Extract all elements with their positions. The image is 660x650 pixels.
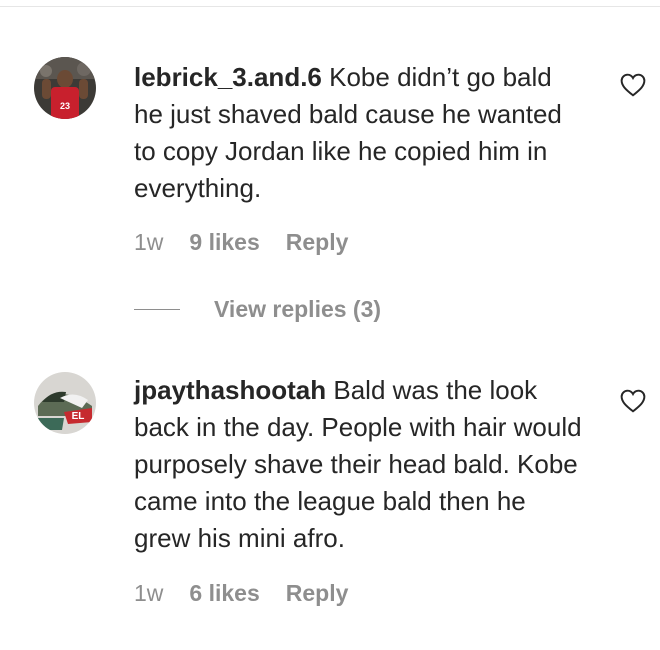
comments-panel: 23 lebrick_3.and.6 Kobe didn’t go bald h… <box>0 0 660 650</box>
like-heart-icon[interactable] <box>620 73 646 97</box>
replies-divider-line <box>134 309 180 310</box>
comment-body: lebrick_3.and.6 Kobe didn’t go bald he j… <box>134 59 584 207</box>
svg-text:23: 23 <box>60 101 70 111</box>
avatar[interactable]: 23 <box>34 57 96 119</box>
avatar-basketball-player-icon: 23 <box>34 57 96 119</box>
comment-username[interactable]: lebrick_3.and.6 <box>134 62 322 92</box>
comment-meta: 1w 6 likes Reply <box>134 580 348 607</box>
avatar-sneakers-icon: EL <box>34 372 96 434</box>
avatar[interactable]: EL <box>34 372 96 434</box>
like-heart-icon[interactable] <box>620 389 646 413</box>
comment-body: jpaythashootah Bald was the look back in… <box>134 372 584 557</box>
view-replies-button[interactable]: View replies (3) <box>134 296 381 323</box>
comment-likes[interactable]: 9 likes <box>189 229 259 256</box>
view-replies-label: View replies (3) <box>214 296 382 322</box>
comment-username[interactable]: jpaythashootah <box>134 375 326 405</box>
comment-meta: 1w 9 likes Reply <box>134 229 348 256</box>
comment-likes[interactable]: 6 likes <box>189 580 259 607</box>
comment-time[interactable]: 1w <box>134 229 163 256</box>
svg-text:EL: EL <box>72 411 85 422</box>
comment-time[interactable]: 1w <box>134 580 163 607</box>
top-divider <box>0 6 660 7</box>
reply-button[interactable]: Reply <box>286 580 349 607</box>
reply-button[interactable]: Reply <box>286 229 349 256</box>
